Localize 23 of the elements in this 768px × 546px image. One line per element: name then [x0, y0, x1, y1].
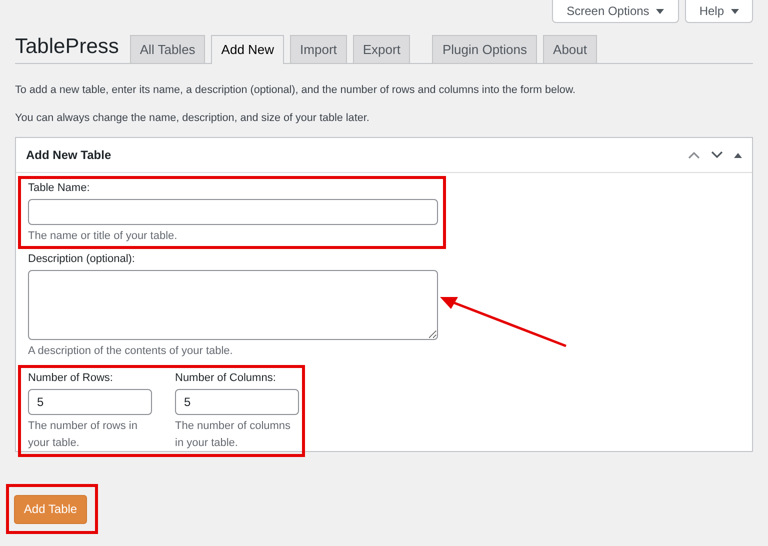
- field-label: Table Name:: [28, 181, 91, 195]
- input-field[interactable]: 5: [175, 389, 299, 415]
- nav-tab[interactable]: Add New: [211, 35, 284, 64]
- hint-text: The name or title of your table.: [28, 229, 178, 244]
- nav-tab[interactable]: All Tables: [130, 35, 206, 63]
- panel-title: Add New Table: [26, 148, 112, 162]
- nav-tab[interactable]: Export: [352, 35, 410, 63]
- intro-text: To add a new table, enter its name, a description (optional), and the number of rows and columns into the form below.: [15, 83, 577, 97]
- nav-tab[interactable]: About: [543, 35, 598, 63]
- page-title: TablePress: [15, 36, 119, 57]
- field-label: Number of Rows:: [28, 371, 114, 385]
- dropdown-button[interactable]: Screen Options: [552, 0, 680, 23]
- field-label: Number of Columns:: [175, 371, 277, 385]
- dropdown-button[interactable]: Help: [685, 0, 753, 23]
- input-field[interactable]: 5: [28, 389, 152, 415]
- hint-text: The number of rows in your table.: [28, 419, 138, 451]
- intro-text: You can always change the name, description, and size of your table later.: [15, 111, 370, 125]
- field-label: Description (optional):: [28, 252, 136, 266]
- hint-text: The number of columns in your table.: [175, 419, 292, 451]
- nav-tab[interactable]: Import: [290, 35, 347, 63]
- nav-tab[interactable]: Plugin Options: [432, 35, 538, 63]
- hint-text: A description of the contents of your table.: [28, 344, 234, 359]
- add-table-button[interactable]: Add Table: [14, 494, 87, 524]
